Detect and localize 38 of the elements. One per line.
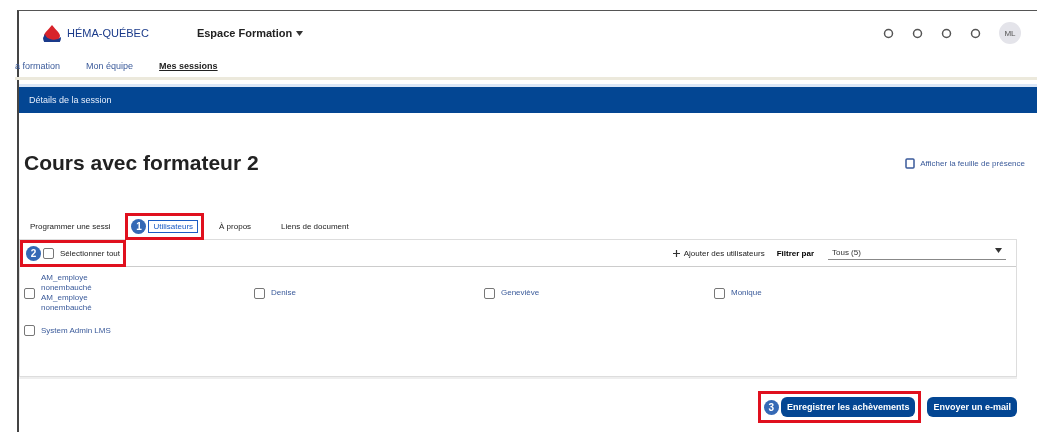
- user-name[interactable]: Monique: [731, 288, 811, 298]
- select-all-label[interactable]: Sélectionner tout: [60, 248, 121, 258]
- step-badge: 1: [131, 218, 147, 234]
- logo-icon: [41, 24, 63, 42]
- tab[interactable]: Utilisateurs: [148, 219, 199, 233]
- user-name[interactable]: AM_employe nonembauché AM_employe nonembauché: [41, 273, 121, 313]
- filter-dropdown[interactable]: Tous (5): [828, 246, 1006, 260]
- tab[interactable]: Programmer une sessi: [15, 217, 126, 235]
- user-name[interactable]: Denise: [271, 288, 351, 298]
- tab[interactable]: À propos: [204, 217, 267, 235]
- logo-text: HÉMA-QUÉBEC: [67, 27, 149, 39]
- nav-link[interactable]: a formation: [15, 61, 61, 71]
- page-title: Cours avec formateur 2: [24, 151, 259, 175]
- plus-icon: [672, 249, 680, 257]
- caret-icon: [296, 30, 304, 36]
- step-badge: 2: [26, 245, 41, 261]
- checkbox[interactable]: [43, 247, 54, 259]
- banner-title: Détails de la session: [29, 95, 112, 105]
- avatar[interactable]: ML: [999, 22, 1021, 44]
- attendance-link[interactable]: Afficher la feuille de présence: [920, 158, 1025, 168]
- nav-link[interactable]: Mon équipe: [86, 61, 134, 71]
- caret-icon: [995, 248, 1002, 253]
- action-button[interactable]: Envoyer un e-mail: [927, 397, 1017, 417]
- checkbox[interactable]: [24, 287, 35, 299]
- nav-link[interactable]: Mes sessions: [159, 61, 218, 71]
- step-badge: 3: [763, 399, 779, 415]
- filter-label: Filtrer par: [776, 248, 814, 258]
- user-name[interactable]: Geneviève: [501, 288, 581, 298]
- tab[interactable]: Liens de document: [266, 217, 364, 235]
- checkbox[interactable]: [24, 325, 35, 336]
- add-users-link[interactable]: Ajouter des utilisateurs: [672, 248, 765, 258]
- user-name[interactable]: System Admin LMS: [41, 325, 121, 336]
- action-button[interactable]: Enregistrer les achèvements: [780, 397, 916, 417]
- checkbox[interactable]: [484, 287, 495, 299]
- document-icon: [905, 157, 916, 169]
- checkbox[interactable]: [714, 287, 725, 299]
- checkbox[interactable]: [254, 287, 265, 299]
- app-menu[interactable]: Espace Formation: [196, 27, 304, 39]
